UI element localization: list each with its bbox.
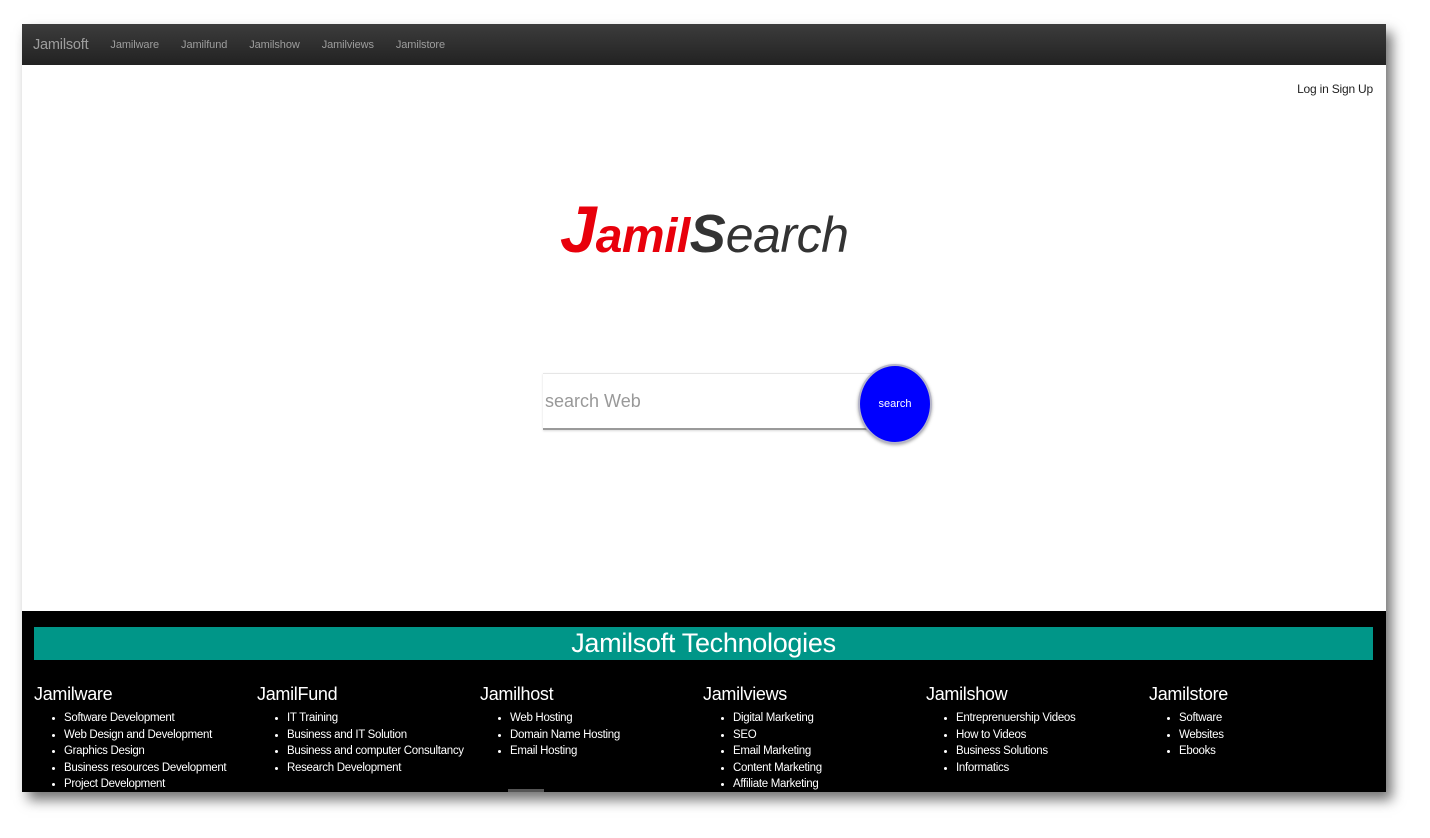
footer-column-jamilhost: Jamilhost Web Hosting Domain Name Hostin… — [480, 684, 703, 760]
footer-link[interactable]: Domain Name Hosting — [510, 727, 703, 744]
footer-link[interactable]: Digital Marketing — [733, 710, 926, 727]
jamilsearch-logo: JamilSearch — [560, 196, 849, 264]
footer-link[interactable]: Software Development — [64, 710, 257, 727]
footer-column-jamilware: Jamilware Software Development Web Desig… — [34, 684, 257, 792]
footer-column-list: Web Hosting Domain Name Hosting Email Ho… — [480, 710, 703, 760]
footer-column-list: Digital Marketing SEO Email Marketing Co… — [703, 710, 926, 792]
nav-link-jamilfund[interactable]: Jamilfund — [181, 39, 227, 51]
footer-column-heading: Jamilware — [34, 684, 113, 704]
nav-link-jamilstore[interactable]: Jamilstore — [396, 39, 445, 51]
footer-link[interactable]: Web Hosting — [510, 710, 703, 727]
nav-link-jamilware[interactable]: Jamilware — [110, 39, 159, 51]
footer-link[interactable]: Software — [1179, 710, 1372, 727]
footer-column-heading: Jamilshow — [926, 684, 1008, 704]
footer-link[interactable]: Email Marketing — [733, 743, 926, 760]
footer-column-jamilviews: Jamilviews Digital Marketing SEO Email M… — [703, 684, 926, 792]
footer-link[interactable]: Content Marketing — [733, 760, 926, 777]
footer-link[interactable]: Project Development — [64, 776, 257, 792]
footer-link[interactable]: Affiliate Marketing — [733, 776, 926, 792]
footer-column-heading: Jamilstore — [1149, 684, 1229, 704]
search-button[interactable]: search — [858, 364, 932, 444]
footer-link[interactable]: Informatics — [956, 760, 1149, 777]
signup-link[interactable]: Sign Up — [1332, 82, 1373, 96]
scroll-to-top-button[interactable] — [508, 789, 544, 792]
footer-column-list: IT Training Business and IT Solution Bus… — [257, 710, 480, 776]
browser-window: Jamilsoft Jamilware Jamilfund Jamilshow … — [22, 24, 1386, 792]
footer-link[interactable]: Websites — [1179, 727, 1372, 744]
footer-column-heading: Jamilhost — [480, 684, 554, 704]
footer-column-jamilfund: JamilFund IT Training Business and IT So… — [257, 684, 480, 776]
footer-link[interactable]: Ebooks — [1179, 743, 1372, 760]
footer-column-list: Software Development Web Design and Deve… — [34, 710, 257, 792]
footer-column-list: Software Websites Ebooks — [1149, 710, 1372, 760]
footer-column-heading: Jamilviews — [703, 684, 788, 704]
nav-link-jamilviews[interactable]: Jamilviews — [322, 39, 374, 51]
footer-title: Jamilsoft Technologies — [34, 627, 1373, 660]
logo-earch: earch — [725, 207, 849, 263]
site-footer: Jamilsoft Technologies Jamilware Softwar… — [22, 611, 1386, 792]
logo-initial-j: J — [560, 192, 597, 266]
footer-link[interactable]: Email Hosting — [510, 743, 703, 760]
auth-links: Log in Sign Up — [1297, 82, 1373, 96]
logo-amil: amil — [595, 210, 691, 263]
footer-link[interactable]: Entreprenuership Videos — [956, 710, 1149, 727]
footer-link[interactable]: Business Solutions — [956, 743, 1149, 760]
footer-link[interactable]: IT Training — [287, 710, 480, 727]
footer-link[interactable]: Business resources Development — [64, 760, 257, 777]
footer-column-jamilstore: Jamilstore Software Websites Ebooks — [1149, 684, 1372, 760]
footer-link[interactable]: Graphics Design — [64, 743, 257, 760]
navbar-brand[interactable]: Jamilsoft — [33, 37, 89, 53]
top-navbar: Jamilsoft Jamilware Jamilfund Jamilshow … — [22, 24, 1386, 65]
footer-link[interactable]: How to Videos — [956, 727, 1149, 744]
footer-column-jamilshow: Jamilshow Entreprenuership Videos How to… — [926, 684, 1149, 776]
footer-link[interactable]: Research Development — [287, 760, 480, 777]
login-link[interactable]: Log in — [1297, 82, 1329, 96]
footer-link[interactable]: Web Design and Development — [64, 727, 257, 744]
search-input[interactable] — [543, 373, 873, 430]
footer-column-list: Entreprenuership Videos How to Videos Bu… — [926, 710, 1149, 776]
footer-link[interactable]: SEO — [733, 727, 926, 744]
footer-link[interactable]: Business and IT Solution — [287, 727, 480, 744]
nav-link-jamilshow[interactable]: Jamilshow — [249, 39, 300, 51]
logo-initial-s: S — [689, 204, 726, 264]
footer-column-heading: JamilFund — [257, 684, 338, 704]
footer-link[interactable]: Business and computer Consultancy — [287, 743, 480, 760]
